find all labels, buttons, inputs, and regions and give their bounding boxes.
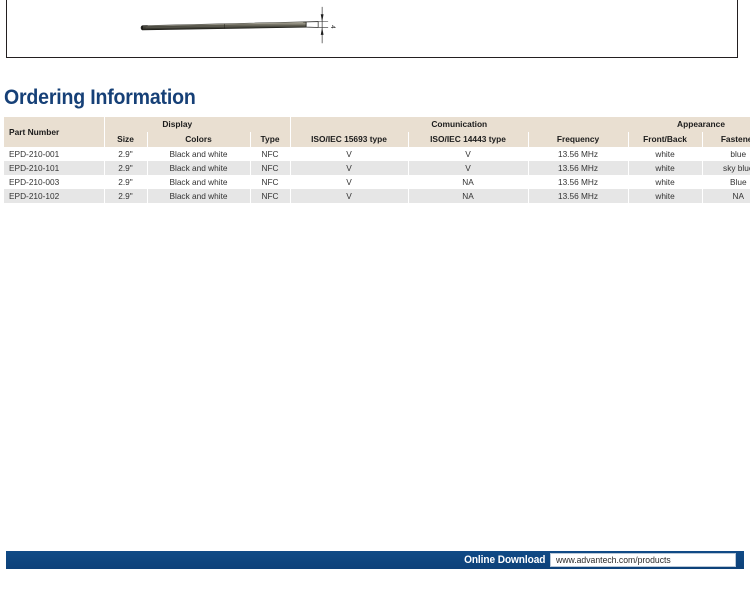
cell-frequency: 13.56 MHz — [528, 189, 629, 203]
col-group-communication: Comunication — [290, 117, 629, 132]
col-header-iso14443: ISO/IEC 14443 type — [408, 132, 529, 147]
col-header-colors: Colors — [147, 132, 251, 147]
cell-front-back: white — [628, 175, 703, 189]
cell-front-back: white — [628, 147, 703, 161]
cell-fastener: Blue — [702, 175, 750, 189]
table-row[interactable]: EPD-210-102 2.9" Black and white NFC V N… — [4, 189, 750, 203]
col-header-size: Size — [104, 132, 148, 147]
dimension-label: 4 — [329, 25, 336, 29]
col-header-iso15693: ISO/IEC 15693 type — [290, 132, 409, 147]
col-header-type: Type — [250, 132, 291, 147]
cell-colors: Black and white — [147, 161, 251, 175]
cell-front-back: white — [628, 161, 703, 175]
table-group-header-row: Part Number Display Comunication Appeara… — [4, 117, 750, 147]
product-side-view-drawing: 4 — [140, 6, 336, 44]
col-header-fastener: Fastener — [702, 132, 750, 147]
cell-iso14443: NA — [408, 175, 529, 189]
cell-part-number: EPD-210-001 — [4, 147, 105, 161]
table-column-header-row: Size Colors Type ISO/IEC 15693 type ISO/… — [4, 132, 750, 147]
table-row[interactable]: EPD-210-001 2.9" Black and white NFC V V… — [4, 147, 750, 161]
page-title: Ordering Information — [4, 86, 196, 109]
cell-type: NFC — [250, 147, 291, 161]
device-edge-strip — [305, 21, 319, 28]
device-body — [140, 21, 307, 31]
download-url-box[interactable]: www.advantech.com/products — [550, 553, 736, 567]
cell-frequency: 13.56 MHz — [528, 161, 629, 175]
col-group-display: Display — [104, 117, 251, 132]
cell-part-number: EPD-210-102 — [4, 189, 105, 203]
ordering-information-table: Part Number Display Comunication Appeara… — [4, 117, 750, 203]
cell-fastener: blue — [702, 147, 750, 161]
cell-size: 2.9" — [104, 161, 148, 175]
cell-colors: Black and white — [147, 147, 251, 161]
cell-colors: Black and white — [147, 175, 251, 189]
col-header-front-back: Front/Back — [628, 132, 703, 147]
table-body: EPD-210-001 2.9" Black and white NFC V V… — [4, 147, 750, 203]
cell-part-number: EPD-210-003 — [4, 175, 105, 189]
col-group-part-number: Part Number — [4, 117, 105, 147]
online-download-label: Online Download — [463, 554, 545, 566]
table-row[interactable]: EPD-210-003 2.9" Black and white NFC V N… — [4, 175, 750, 189]
cell-size: 2.9" — [104, 175, 148, 189]
cell-front-back: white — [628, 189, 703, 203]
cell-iso14443: V — [408, 147, 529, 161]
cell-type: NFC — [250, 189, 291, 203]
table-header: Part Number Display Comunication Appeara… — [4, 117, 750, 147]
cell-iso14443: NA — [408, 189, 529, 203]
cell-size: 2.9" — [104, 189, 148, 203]
cell-frequency: 13.56 MHz — [528, 175, 629, 189]
cell-part-number: EPD-210-101 — [4, 161, 105, 175]
cell-type: NFC — [250, 161, 291, 175]
col-header-frequency: Frequency — [528, 132, 629, 147]
table-row[interactable]: EPD-210-101 2.9" Black and white NFC V V… — [4, 161, 750, 175]
cell-size: 2.9" — [104, 147, 148, 161]
cell-colors: Black and white — [147, 189, 251, 203]
cell-iso15693: V — [290, 147, 409, 161]
footer-bar: Online Download www.advantech.com/produc… — [6, 551, 744, 569]
cell-iso15693: V — [290, 175, 409, 189]
col-group-appearance: Appearance — [628, 117, 750, 132]
col-group-type-blank — [250, 117, 291, 132]
product-drawing-frame: 4 — [6, 0, 738, 58]
cell-iso15693: V — [290, 189, 409, 203]
cell-iso14443: V — [408, 161, 529, 175]
download-url-text: www.advantech.com/products — [556, 555, 671, 565]
cell-fastener: NA — [702, 189, 750, 203]
cell-fastener: sky blue — [702, 161, 750, 175]
cell-iso15693: V — [290, 161, 409, 175]
cell-frequency: 13.56 MHz — [528, 147, 629, 161]
cell-type: NFC — [250, 175, 291, 189]
